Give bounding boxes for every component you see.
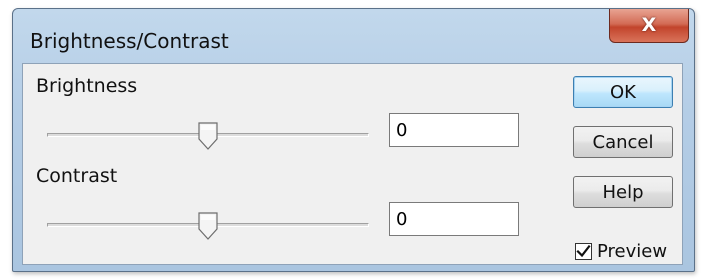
contrast-label: Contrast: [36, 165, 118, 187]
brightness-slider[interactable]: [47, 122, 369, 152]
contrast-slider[interactable]: [47, 212, 369, 242]
cancel-button[interactable]: Cancel: [573, 126, 673, 158]
help-button[interactable]: Help: [573, 176, 673, 208]
brightness-contrast-dialog: Brightness/Contrast X Brightness Contras…: [12, 8, 695, 272]
title-bar[interactable]: Brightness/Contrast X: [13, 9, 694, 63]
close-button[interactable]: X: [609, 9, 689, 43]
preview-checkbox[interactable]: Preview: [575, 241, 667, 262]
slider-thumb-icon[interactable]: [198, 122, 218, 150]
ok-button[interactable]: OK: [573, 76, 673, 108]
dialog-title: Brightness/Contrast: [30, 29, 229, 53]
slider-thumb-icon[interactable]: [198, 212, 218, 240]
preview-label: Preview: [597, 241, 668, 262]
dialog-body: Brightness Contrast OK Cancel Help: [22, 63, 683, 265]
checkbox-box[interactable]: [575, 243, 592, 260]
close-icon: X: [641, 14, 657, 36]
contrast-value-input[interactable]: [389, 202, 519, 236]
checkmark-icon: [576, 244, 591, 258]
brightness-value-input[interactable]: [389, 113, 519, 147]
brightness-label: Brightness: [36, 75, 138, 97]
